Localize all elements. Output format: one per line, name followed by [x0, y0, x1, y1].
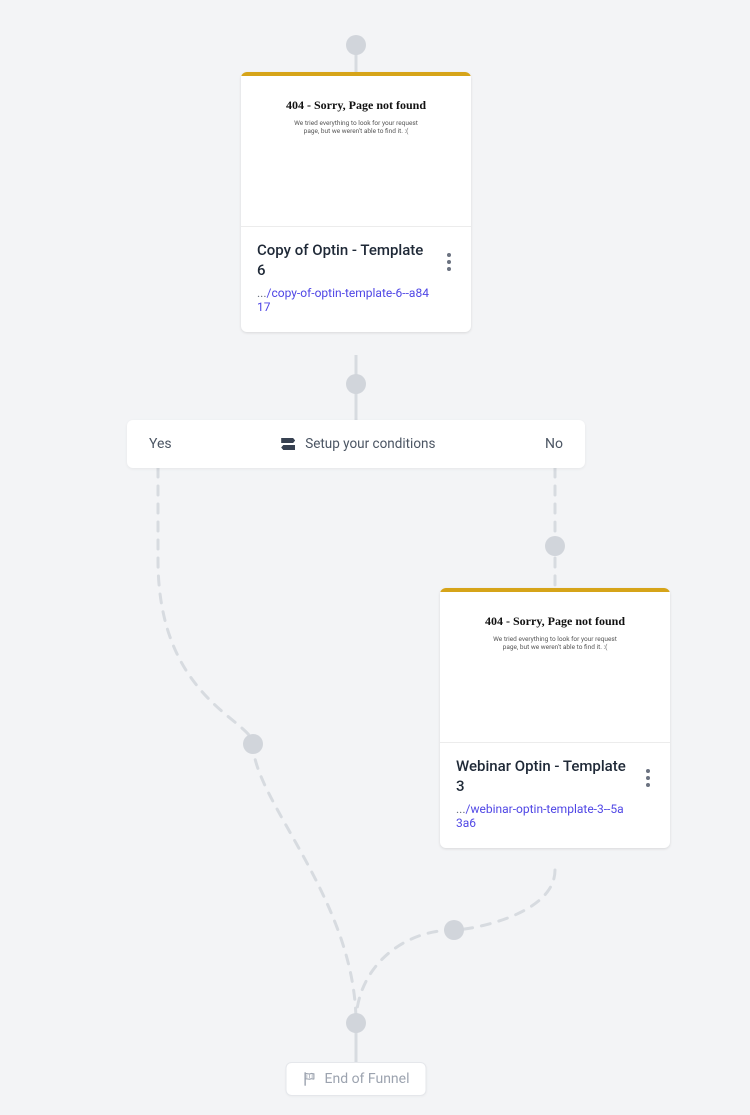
condition-no[interactable]: No: [545, 436, 563, 452]
connector-dot: [243, 734, 263, 754]
page-preview: 404 - Sorry, Page not found We tried eve…: [241, 76, 471, 226]
url-prefix: ...: [257, 286, 267, 300]
card-body: Webinar Optin - Template 3 .../webinar-o…: [440, 742, 670, 848]
step-url: .../webinar-optin-template-3--5a3a6: [456, 802, 654, 830]
page-preview: 404 - Sorry, Page not found We tried eve…: [440, 592, 670, 742]
connector-dot: [444, 920, 464, 940]
connector-dot: [346, 374, 366, 394]
preview-subtitle: We tried everything to look for your req…: [485, 635, 625, 652]
preview-title: 404 - Sorry, Page not found: [286, 98, 426, 113]
step-url-link[interactable]: /webinar-optin-template-3--5a3a6: [456, 802, 624, 830]
connector-dot: [346, 35, 366, 55]
step-title: Webinar Optin - Template 3: [456, 757, 654, 796]
condition-yes[interactable]: Yes: [149, 436, 172, 452]
connector-dot: [346, 1013, 366, 1033]
preview-title: 404 - Sorry, Page not found: [485, 614, 625, 629]
preview-subtitle: We tried everything to look for your req…: [286, 119, 426, 136]
more-options-button[interactable]: [439, 249, 459, 275]
url-prefix: ...: [456, 802, 466, 816]
step-url-link[interactable]: /copy-of-optin-template-6--a8417: [257, 286, 429, 314]
funnel-step-card[interactable]: 404 - Sorry, Page not found We tried eve…: [241, 72, 471, 332]
step-title: Copy of Optin - Template 6: [257, 241, 455, 280]
more-options-button[interactable]: [638, 765, 658, 791]
step-url: .../copy-of-optin-template-6--a8417: [257, 286, 455, 314]
end-of-funnel-label: End of Funnel: [325, 1071, 410, 1087]
funnel-canvas: 404 - Sorry, Page not found We tried eve…: [0, 0, 750, 1115]
signpost-icon: [281, 437, 295, 451]
setup-conditions-button[interactable]: Setup your conditions: [281, 436, 435, 452]
condition-bar[interactable]: Yes Setup your conditions No: [127, 420, 585, 468]
setup-conditions-label: Setup your conditions: [305, 436, 435, 452]
flag-icon: [303, 1072, 317, 1086]
funnel-step-card[interactable]: 404 - Sorry, Page not found We tried eve…: [440, 588, 670, 848]
card-body: Copy of Optin - Template 6 .../copy-of-o…: [241, 226, 471, 332]
connector-dot: [545, 536, 565, 556]
end-of-funnel-badge: End of Funnel: [286, 1062, 427, 1096]
